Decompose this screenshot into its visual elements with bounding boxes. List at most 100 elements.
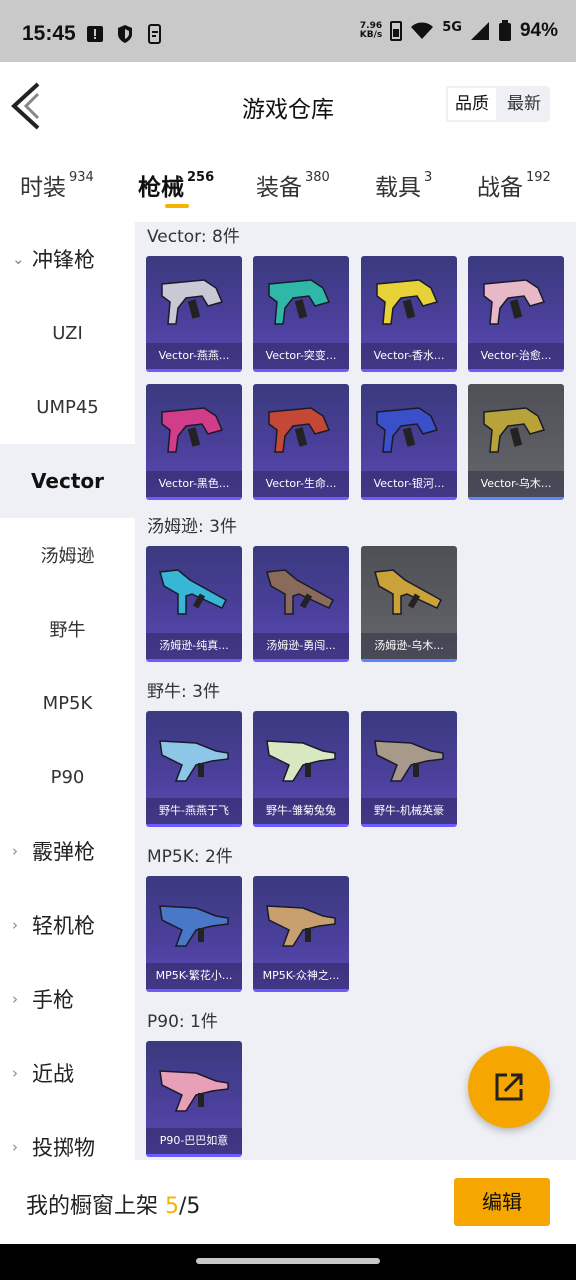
skin-card[interactable]: Vector-燕燕... [146, 256, 242, 372]
section-title: MP5K: 2件 [147, 847, 233, 867]
sidebar-item-label: 汤姆逊 [40, 546, 95, 567]
gun-skin-icon [268, 407, 331, 453]
skin-card[interactable]: Vector-突变... [253, 256, 349, 372]
status-time: 15:45 [22, 22, 76, 45]
skin-card[interactable]: 汤姆逊-勇闯... [253, 546, 349, 662]
skin-card[interactable]: Vector-治愈... [468, 256, 564, 372]
sort-quality-button[interactable]: 品质 [446, 86, 498, 122]
skin-card[interactable]: 野牛-雏菊兔兔 [253, 711, 349, 827]
skin-card[interactable]: Vector-银河... [361, 384, 457, 500]
skin-card[interactable]: MP5K-繁花小... [146, 876, 242, 992]
signal-icon [470, 22, 489, 40]
sidebar-item-label: UMP45 [36, 396, 99, 418]
sidebar-item[interactable]: MP5K [0, 666, 135, 740]
status-bar: 15:45 7.96 KB/s 5G 94% [0, 0, 576, 62]
sidebar-item[interactable]: UMP45 [0, 370, 135, 444]
skin-name: Vector-银河... [361, 471, 457, 497]
gun-skin-icon [159, 740, 229, 782]
gun-skin-icon [483, 279, 546, 325]
sidebar-item[interactable]: 野牛 [0, 592, 135, 666]
sidebar-item[interactable]: Vector [0, 444, 135, 518]
sidebar-item-label: 投掷物 [32, 1136, 95, 1160]
skin-card[interactable]: 汤姆逊-乌木... [361, 546, 457, 662]
skin-card[interactable]: Vector-香水... [361, 256, 457, 372]
app-screen: 游戏仓库 品质 最新 时装 934 枪械 256 装备 380 载具 3 战备 192 ⌄… [0, 62, 576, 1244]
tab-supplies[interactable]: 战备 192 [477, 168, 551, 202]
sort-newest-button[interactable]: 最新 [498, 86, 550, 122]
skin-name: Vector-香水... [361, 343, 457, 369]
skin-name: MP5K-繁花小... [146, 963, 242, 989]
status-system-icons: 7.96 KB/s 5G 94% [360, 20, 558, 42]
showcase-status: 我的橱窗上架 5/5 [26, 1188, 200, 1220]
tab-guns[interactable]: 枪械 256 [138, 168, 214, 202]
chevron-right-icon: › [12, 1064, 18, 1082]
tab-count: 934 [69, 170, 94, 185]
shield-icon [118, 25, 132, 43]
sidebar-item[interactable]: 汤姆逊 [0, 518, 135, 592]
skin-card[interactable]: 野牛-燕燕于飞 [146, 711, 242, 827]
battery-icon [498, 20, 511, 41]
gun-skin-icon [161, 279, 224, 325]
external-link-icon [495, 1073, 523, 1101]
sidebar-item[interactable]: ⌄ 冲锋枪 [0, 222, 135, 296]
tab-fashion[interactable]: 时装 934 [20, 168, 94, 202]
skin-name: 汤姆逊-乌木... [361, 633, 457, 659]
sidebar-item[interactable]: › 手枪 [0, 962, 135, 1036]
skin-card[interactable]: MP5K-众神之... [253, 876, 349, 992]
skin-name: 汤姆逊-纯真... [146, 633, 242, 659]
skin-name: 野牛-机械英豪 [361, 798, 457, 824]
tab-count: 3 [424, 170, 433, 185]
gun-skin-icon [266, 905, 336, 947]
skin-card[interactable]: P90-巴巴如意 [146, 1041, 242, 1157]
skin-card[interactable]: 野牛-机械英豪 [361, 711, 457, 827]
skin-name: Vector-燕燕... [146, 343, 242, 369]
network-type: 5G [442, 19, 462, 35]
skin-card[interactable]: Vector-黑色... [146, 384, 242, 500]
active-tab-indicator [165, 204, 189, 208]
skin-card[interactable]: Vector-生命... [253, 384, 349, 500]
tab-label: 枪械 [138, 175, 184, 201]
edit-button[interactable]: 编辑 [454, 1178, 550, 1226]
sidebar-item[interactable]: › 轻机枪 [0, 888, 135, 962]
tab-label: 装备 [256, 175, 302, 201]
chevron-right-icon: › [12, 1138, 18, 1156]
showcase-current: 5 [165, 1194, 180, 1219]
network-speed-unit: KB/s [359, 30, 383, 40]
section-title: Vector: 8件 [147, 227, 240, 247]
sidebar-item[interactable]: P90 [0, 740, 135, 814]
sidebar-item-label: MP5K [42, 692, 93, 714]
skin-name: 野牛-燕燕于飞 [146, 798, 242, 824]
tab-count: 192 [526, 170, 551, 185]
section-title: 野牛: 3件 [147, 682, 220, 702]
sidebar-item-label: Vector [31, 469, 104, 493]
sidebar-item-label: P90 [50, 766, 85, 788]
tab-equipment[interactable]: 装备 380 [256, 168, 330, 202]
chevron-right-icon: › [12, 916, 18, 934]
gun-skin-icon [266, 740, 336, 782]
sidebar-item-label: 轻机枪 [32, 914, 95, 938]
gun-skin-icon [376, 279, 439, 325]
skin-name: Vector-突变... [253, 343, 349, 369]
share-button[interactable] [468, 1046, 550, 1128]
sidebar-item[interactable]: › 投掷物 [0, 1110, 135, 1160]
gun-skin-icon [376, 407, 439, 453]
sidebar-item[interactable]: › 近战 [0, 1036, 135, 1110]
gun-skin-icon [374, 740, 444, 782]
status-notification-icons [86, 24, 164, 44]
skin-card[interactable]: 汤姆逊-纯真... [146, 546, 242, 662]
home-indicator[interactable] [196, 1258, 380, 1264]
tab-vehicles[interactable]: 载具 3 [375, 168, 432, 202]
sidebar-item[interactable]: UZI [0, 296, 135, 370]
skin-card[interactable]: Vector-乌木... [468, 384, 564, 500]
sort-toggle: 品质 最新 [446, 86, 550, 122]
gun-skin-icon [483, 407, 546, 453]
tab-label: 载具 [375, 175, 421, 201]
alert-icon [87, 26, 103, 42]
skin-name: Vector-生命... [253, 471, 349, 497]
showcase-total: /5 [179, 1194, 201, 1219]
tab-count: 256 [187, 170, 215, 185]
chevron-right-icon: › [12, 990, 18, 1008]
navigation-bar [0, 1244, 576, 1280]
sidebar-item[interactable]: › 霰弹枪 [0, 814, 135, 888]
gun-skin-icon [159, 905, 229, 947]
